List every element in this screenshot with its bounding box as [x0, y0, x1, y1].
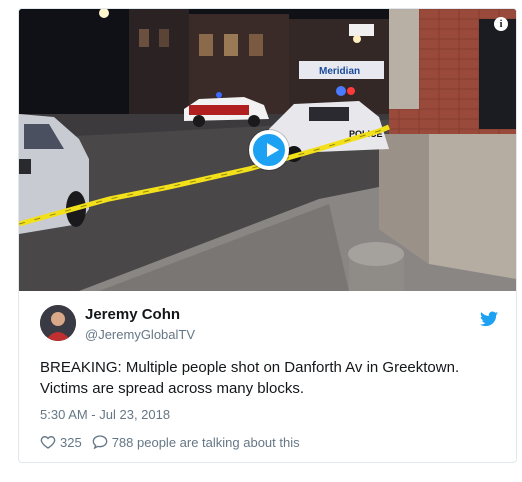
speech-bubble-icon[interactable] [92, 434, 108, 450]
like-count[interactable]: 325 [60, 435, 82, 450]
play-button[interactable] [249, 130, 289, 170]
tweet-video[interactable]: Meridian POLICE i [19, 9, 516, 291]
play-icon [267, 143, 279, 157]
author-name[interactable]: Jeremy Cohn [85, 306, 180, 323]
avatar[interactable] [40, 305, 76, 341]
tweet-card[interactable]: Meridian POLICE i Jeremy Cohn @JeremyGlo… [18, 8, 517, 463]
twitter-bird-icon[interactable] [480, 311, 498, 327]
author-handle[interactable]: @JeremyGlobalTV [85, 327, 195, 342]
conversation-count[interactable]: 788 people are talking about this [112, 435, 300, 450]
avatar-image [40, 305, 76, 341]
tweet-text: BREAKING: Multiple people shot on Danfor… [40, 359, 460, 397]
info-icon[interactable]: i [494, 17, 508, 31]
tweet-actions: 325 788 people are talking about this [40, 434, 310, 450]
tweet-timestamp[interactable]: 5:30 AM - Jul 23, 2018 [40, 407, 170, 422]
store-sign-text: Meridian [319, 66, 360, 77]
heart-icon[interactable] [40, 434, 56, 450]
